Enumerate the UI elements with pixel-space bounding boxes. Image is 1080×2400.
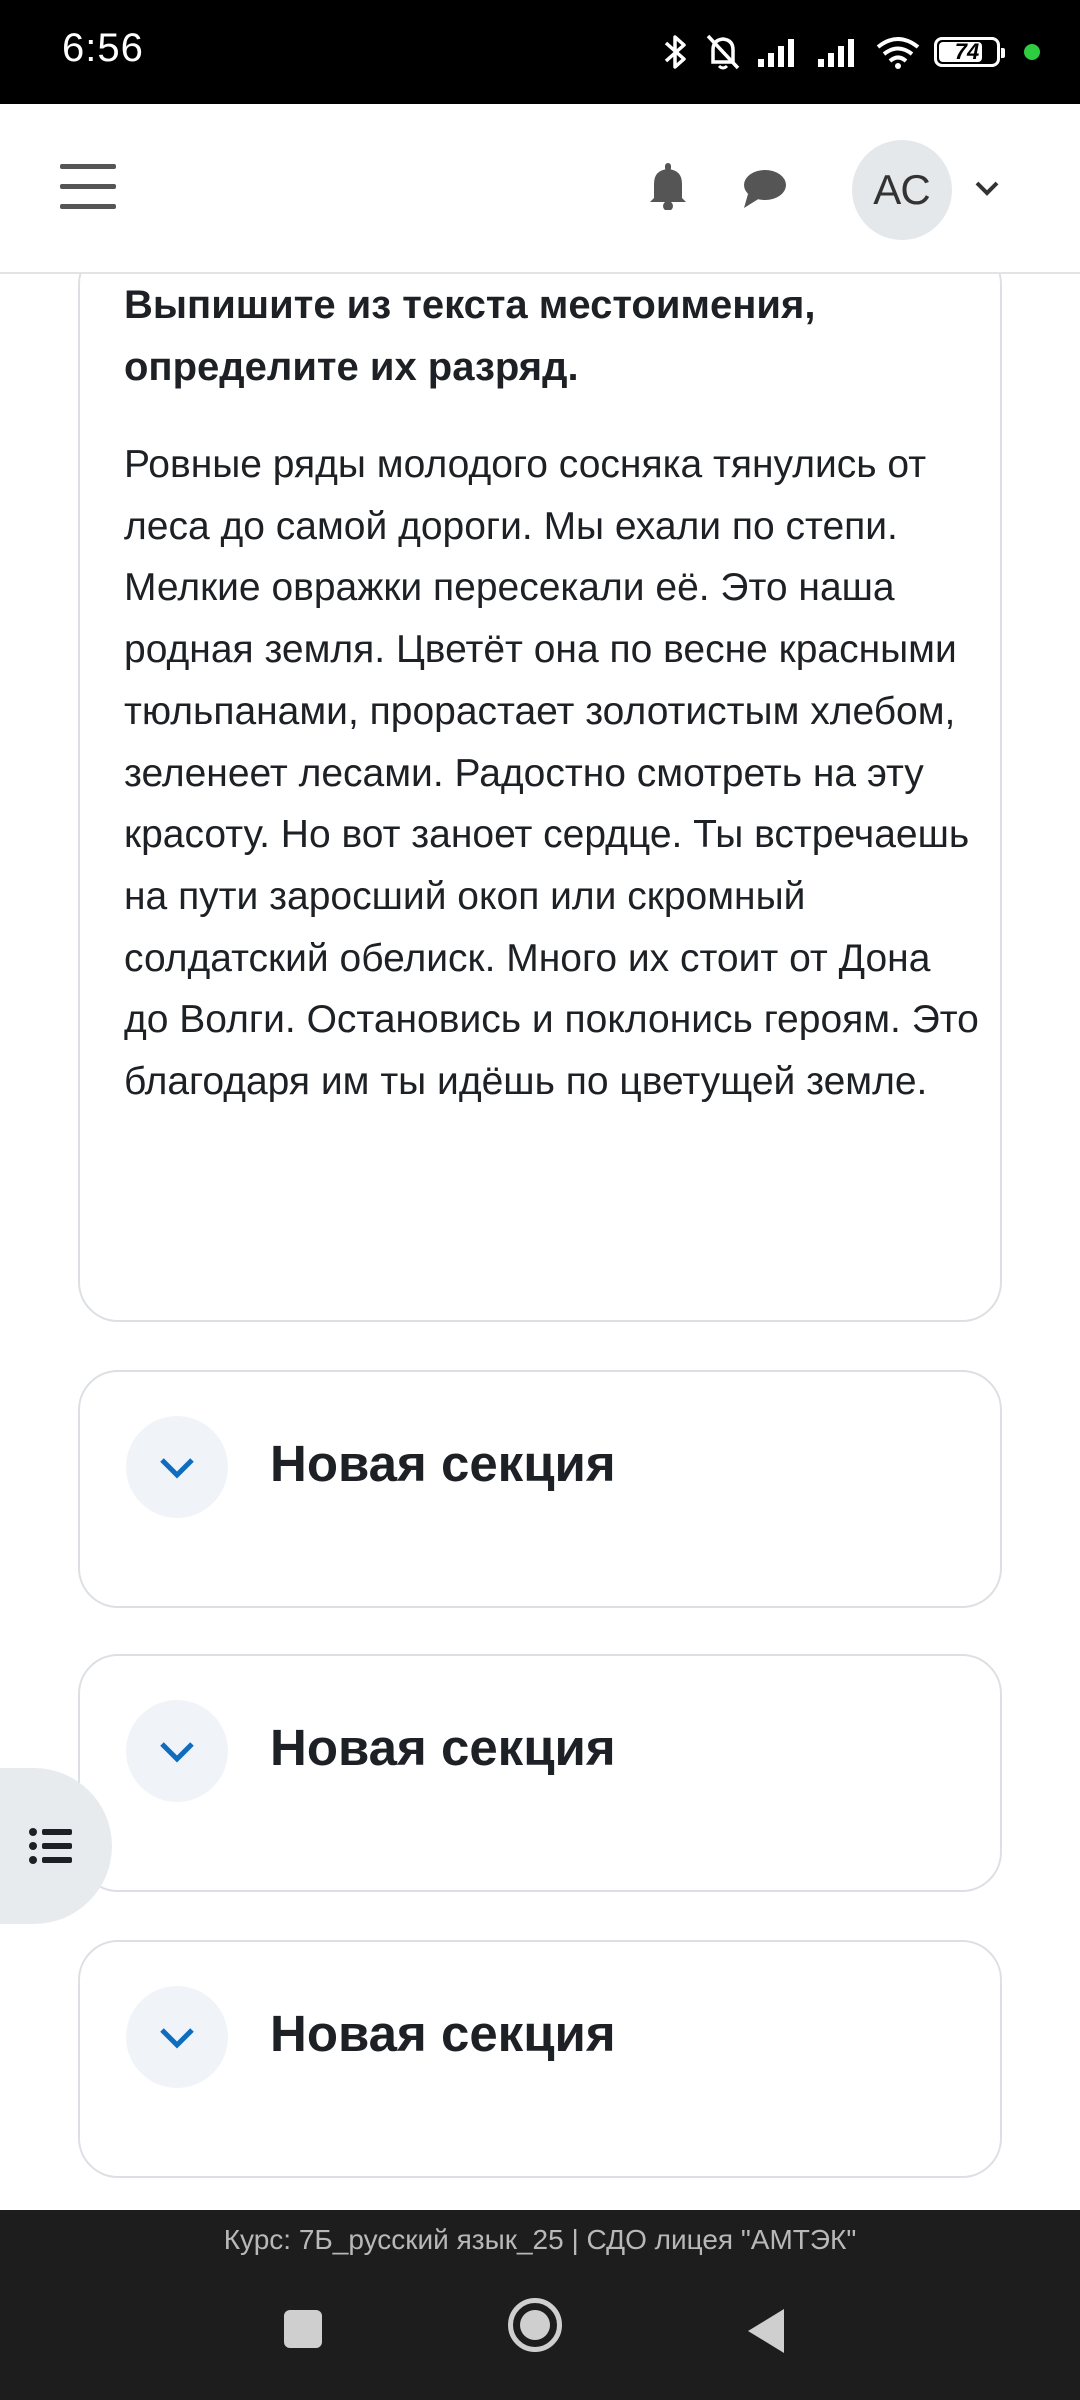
- app-header: АС: [0, 104, 1080, 274]
- system-navigation-bar: [0, 2270, 1080, 2400]
- home-button[interactable]: [508, 2298, 562, 2352]
- chevron-down-icon[interactable]: [972, 176, 1002, 200]
- course-section[interactable]: Новая секция: [78, 1370, 1002, 1608]
- battery-level: 74: [954, 39, 980, 64]
- chevron-down-icon: [160, 1458, 194, 1479]
- section-title[interactable]: Новая секция: [270, 1718, 616, 1777]
- messages-icon[interactable]: [742, 168, 788, 210]
- muted-bell-icon: [706, 34, 740, 70]
- bluetooth-icon: [664, 35, 686, 69]
- course-content: Выпишите из текста местоимения, определи…: [0, 274, 1080, 2210]
- signal-icon: [758, 39, 794, 67]
- status-time: 6:56: [62, 26, 144, 70]
- section-collapse-toggle[interactable]: [126, 1986, 228, 2088]
- recent-apps-button[interactable]: [284, 2310, 322, 2348]
- page-footer: Курс: 7Б_русский язык_25 | СДО лицея "АМ…: [0, 2210, 1080, 2270]
- course-section[interactable]: Новая секция: [78, 1654, 1002, 1892]
- status-bar: 6:56 74: [0, 0, 1080, 104]
- chevron-down-icon: [160, 1742, 194, 1763]
- section-collapse-toggle[interactable]: [126, 1416, 228, 1518]
- user-avatar[interactable]: АС: [852, 140, 952, 240]
- task-text: Ровные ряды молодого сосняка тянулись от…: [124, 443, 979, 1104]
- chevron-down-icon: [160, 2028, 194, 2049]
- section-title[interactable]: Новая секция: [270, 1434, 616, 1493]
- task-title: Выпишите из текста местоимения, определи…: [124, 283, 816, 389]
- status-icons: 74: [662, 28, 1040, 76]
- wifi-icon: [876, 37, 920, 69]
- menu-button[interactable]: [60, 164, 116, 210]
- back-icon[interactable]: [744, 2306, 788, 2356]
- course-section[interactable]: Новая секция: [78, 1940, 1002, 2178]
- signal-icon-2: [818, 39, 854, 67]
- section-title[interactable]: Новая секция: [270, 2004, 616, 2063]
- list-icon: [29, 1828, 72, 1864]
- notifications-bell-icon[interactable]: [648, 162, 688, 210]
- battery-indicator: 74: [934, 37, 1005, 67]
- section-collapse-toggle[interactable]: [126, 1700, 228, 1802]
- privacy-indicator-dot: [1024, 44, 1040, 60]
